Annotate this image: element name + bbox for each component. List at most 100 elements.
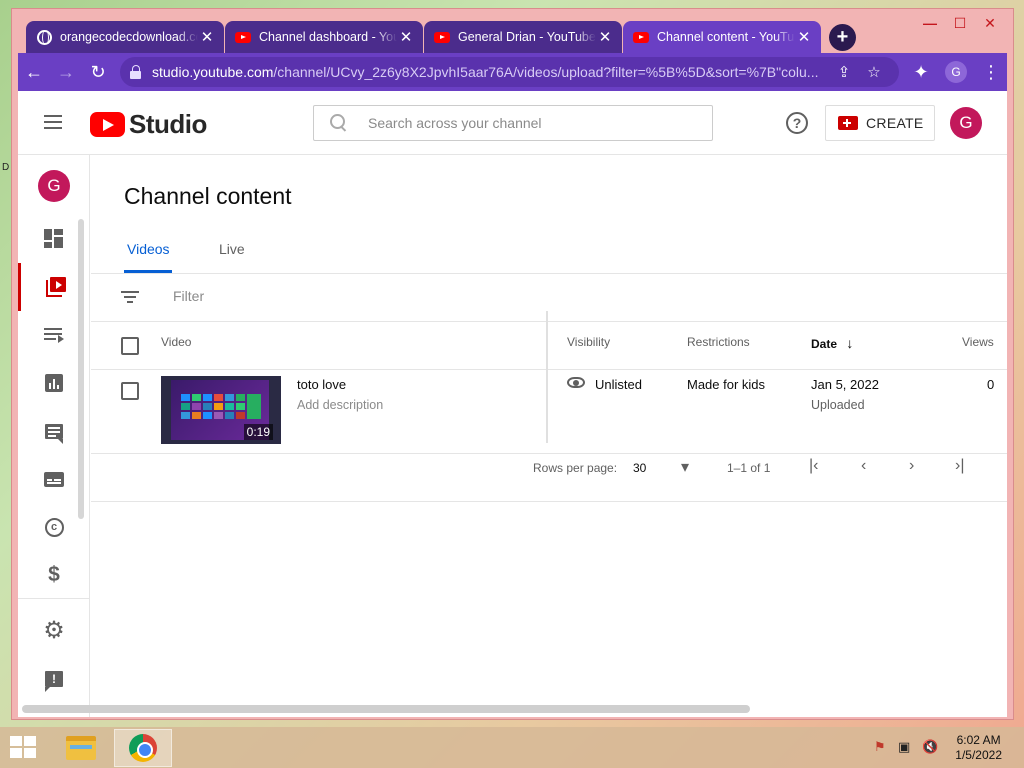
sidebar-item-subtitles[interactable] bbox=[18, 455, 90, 503]
window-controls: — ☐ ✕ bbox=[915, 13, 1005, 33]
select-all-checkbox[interactable] bbox=[121, 337, 139, 355]
analytics-icon bbox=[45, 374, 63, 392]
studio-page: Studio ? CREATE G G bbox=[18, 91, 1007, 717]
account-avatar[interactable]: G bbox=[950, 107, 982, 139]
windows-start-icon[interactable] bbox=[10, 736, 38, 760]
sidebar-item-dashboard[interactable] bbox=[18, 215, 90, 263]
youtube-icon bbox=[235, 29, 251, 45]
browser-tab[interactable]: General Drian - YouTube ✕ bbox=[424, 21, 622, 53]
search-input[interactable] bbox=[368, 115, 688, 131]
tab-live[interactable]: Live bbox=[216, 231, 248, 273]
browser-tab[interactable]: orangecodecdownload.co ✕ bbox=[26, 21, 224, 53]
minimize-button[interactable]: — bbox=[915, 13, 945, 33]
help-icon[interactable]: ? bbox=[786, 112, 808, 134]
address-bar[interactable]: studio.youtube.com/channel/UCvy_2z6y8X2J… bbox=[120, 57, 899, 87]
channel-avatar[interactable]: G bbox=[38, 170, 70, 202]
video-thumbnail[interactable]: 0:19 bbox=[161, 376, 281, 444]
column-header-date[interactable]: Date ↓ bbox=[811, 335, 853, 351]
tab-videos[interactable]: Videos bbox=[124, 231, 172, 273]
content-tabs: Videos Live bbox=[124, 231, 292, 273]
restrictions-value: Made for kids bbox=[687, 377, 766, 392]
column-header-restrictions[interactable]: Restrictions bbox=[687, 335, 750, 349]
new-tab-button[interactable]: + bbox=[829, 24, 856, 51]
extensions-puzzle-icon[interactable]: ✦ bbox=[905, 56, 937, 88]
browser-tab-active[interactable]: Channel content - YouTube Studio ✕ bbox=[623, 21, 821, 53]
bookmark-star-icon[interactable]: ☆ bbox=[859, 63, 889, 81]
rows-per-page-select[interactable]: 30 bbox=[633, 461, 646, 475]
logo-text: Studio bbox=[129, 109, 207, 139]
close-tab-icon[interactable]: ✕ bbox=[596, 28, 614, 46]
column-header-visibility[interactable]: Visibility bbox=[567, 335, 610, 349]
filter-icon[interactable] bbox=[121, 291, 139, 303]
profile-avatar[interactable]: G bbox=[945, 61, 967, 83]
column-header-video[interactable]: Video bbox=[161, 335, 191, 349]
browser-toolbar: ← → ↻ studio.youtube.com/channel/UCvy_2z… bbox=[18, 53, 1007, 91]
date-label: Date bbox=[811, 337, 838, 351]
pager-divider bbox=[91, 501, 1007, 502]
globe-icon bbox=[36, 29, 52, 45]
visibility-value[interactable]: Unlisted bbox=[595, 377, 642, 392]
tab-title: Channel dashboard - YouTube bbox=[259, 30, 397, 44]
last-page-icon[interactable]: ›| bbox=[955, 457, 964, 475]
sidebar-item-playlists[interactable] bbox=[18, 311, 90, 359]
search-box[interactable] bbox=[313, 105, 713, 141]
playlists-icon bbox=[44, 325, 64, 345]
sidebar-item-settings[interactable]: ⚙ bbox=[18, 607, 90, 655]
chevron-down-icon[interactable]: ▾ bbox=[681, 457, 689, 477]
share-icon[interactable]: ⇪ bbox=[829, 63, 859, 81]
back-arrow-icon[interactable]: ← bbox=[18, 56, 50, 88]
video-duration: 0:19 bbox=[243, 424, 273, 440]
close-window-button[interactable]: ✕ bbox=[975, 13, 1005, 33]
sidebar-item-analytics[interactable] bbox=[18, 359, 90, 407]
video-description[interactable]: Add description bbox=[297, 398, 383, 412]
browser-tab[interactable]: Channel dashboard - YouTube ✕ bbox=[225, 21, 423, 53]
create-label: CREATE bbox=[866, 115, 924, 131]
subtitles-icon bbox=[44, 471, 64, 487]
video-title[interactable]: toto love bbox=[297, 377, 346, 392]
tab-title: orangecodecdownload.co bbox=[60, 30, 198, 44]
clock-time: 6:02 AM bbox=[956, 733, 1001, 747]
sidebar: G c $ ⚙ ! bbox=[18, 155, 90, 717]
content-icon bbox=[45, 277, 66, 297]
folder-icon bbox=[66, 736, 96, 760]
sidebar-item-monetization[interactable]: $ bbox=[18, 551, 90, 599]
row-checkbox[interactable] bbox=[121, 382, 139, 400]
file-explorer-button[interactable] bbox=[52, 729, 110, 767]
column-header-views[interactable]: Views bbox=[962, 335, 994, 349]
hamburger-menu-icon[interactable] bbox=[44, 115, 62, 129]
url-text[interactable]: studio.youtube.com/channel/UCvy_2z6y8X2J… bbox=[152, 64, 829, 80]
create-button[interactable]: CREATE bbox=[825, 105, 935, 141]
next-page-icon[interactable]: › bbox=[909, 457, 914, 475]
volume-muted-icon[interactable]: 🔇 bbox=[922, 739, 938, 755]
copyright-icon: c bbox=[44, 517, 64, 537]
views-value: 0 bbox=[987, 377, 995, 392]
maximize-button[interactable]: ☐ bbox=[945, 13, 975, 33]
sidebar-item-comments[interactable] bbox=[18, 407, 90, 455]
more-menu-icon[interactable]: ⋮ bbox=[975, 56, 1007, 88]
system-clock[interactable]: 6:02 AM 1/5/2022 bbox=[955, 733, 1002, 763]
tab-title: General Drian - YouTube bbox=[458, 30, 596, 44]
sidebar-item-copyright[interactable]: c bbox=[18, 503, 90, 551]
main-content: Channel content Videos Live Filter Video… bbox=[91, 155, 1007, 717]
prev-page-icon[interactable]: ‹ bbox=[861, 457, 866, 475]
chrome-taskbar-button[interactable] bbox=[114, 729, 172, 767]
first-page-icon[interactable]: |‹ bbox=[809, 457, 818, 475]
filter-input[interactable]: Filter bbox=[173, 288, 204, 304]
close-tab-icon[interactable]: ✕ bbox=[397, 28, 415, 46]
youtube-icon bbox=[434, 29, 450, 45]
sticky-column-divider bbox=[546, 311, 548, 443]
close-tab-icon[interactable]: ✕ bbox=[198, 28, 216, 46]
network-icon[interactable]: ▣ bbox=[898, 739, 914, 755]
studio-header: Studio ? CREATE G bbox=[18, 91, 1007, 155]
studio-logo[interactable]: Studio bbox=[90, 109, 207, 140]
page-range: 1–1 of 1 bbox=[727, 461, 771, 475]
forward-arrow-icon[interactable]: → bbox=[50, 56, 82, 88]
sidebar-item-feedback[interactable]: ! bbox=[18, 655, 90, 703]
dollar-icon: $ bbox=[48, 563, 60, 586]
action-center-flag-icon[interactable]: ⚑ bbox=[874, 739, 890, 755]
reload-icon[interactable]: ↻ bbox=[82, 56, 114, 88]
date-status: Uploaded bbox=[811, 398, 865, 412]
horizontal-scrollbar[interactable] bbox=[22, 705, 750, 713]
sidebar-item-content[interactable] bbox=[18, 263, 90, 311]
close-tab-icon[interactable]: ✕ bbox=[795, 28, 813, 46]
